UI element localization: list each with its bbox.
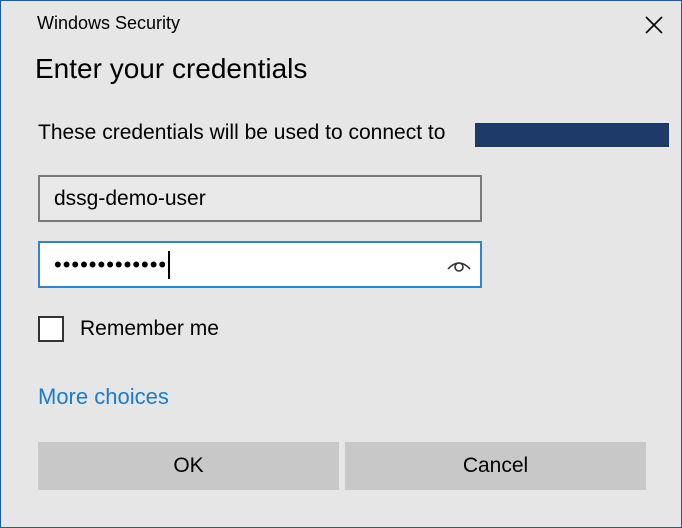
close-icon (645, 16, 663, 34)
password-field[interactable]: ••••••••••••• (38, 241, 482, 288)
dialog-heading: Enter your credentials (35, 53, 308, 84)
credentials-dialog: Windows Security Enter your credentials … (0, 0, 682, 528)
title-bar: Windows Security (1, 1, 681, 49)
username-value: dssg-demo-user (54, 186, 206, 210)
connect-text: These credentials will be used to connec… (38, 121, 446, 144)
remember-me-option[interactable]: Remember me (38, 316, 219, 342)
username-field[interactable]: dssg-demo-user (38, 175, 482, 222)
remember-me-checkbox[interactable] (38, 316, 64, 342)
password-value: ••••••••••••• (54, 251, 168, 277)
text-caret (168, 250, 171, 279)
close-button[interactable] (631, 7, 677, 43)
reveal-password-button[interactable] (444, 251, 474, 279)
cancel-button[interactable]: Cancel (345, 442, 646, 490)
more-choices-link[interactable]: More choices (38, 384, 169, 410)
redacted-target (475, 123, 669, 147)
remember-me-label: Remember me (80, 317, 219, 340)
eye-icon (447, 262, 471, 272)
window-title: Windows Security (37, 13, 181, 33)
ok-button[interactable]: OK (38, 442, 339, 490)
